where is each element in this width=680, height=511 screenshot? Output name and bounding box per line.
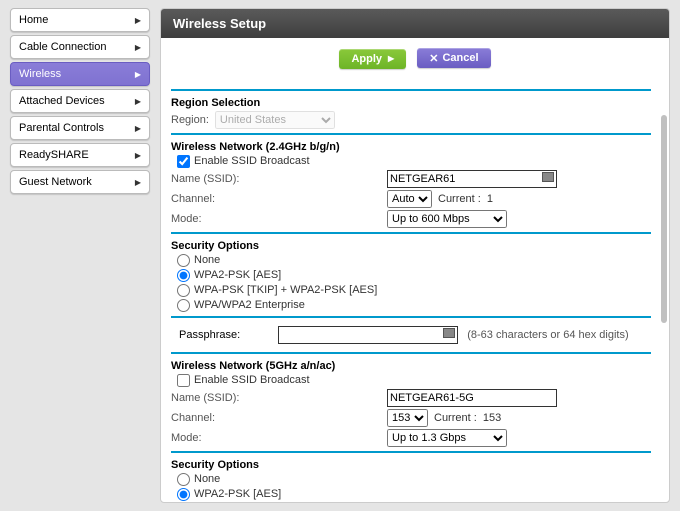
channel-24-current-value: 1: [487, 193, 493, 205]
enable-ssid-5-checkbox[interactable]: [177, 374, 190, 387]
mode-5-label: Mode:: [171, 432, 387, 444]
nav-label: Wireless: [19, 68, 61, 80]
nav-home[interactable]: Home ▶: [10, 8, 150, 32]
sec24-opt-0: None: [194, 254, 220, 266]
sec24-enterprise-radio[interactable]: [177, 299, 190, 312]
divider: [171, 316, 651, 318]
sec5-none-radio[interactable]: [177, 473, 190, 486]
nav-label: Parental Controls: [19, 122, 104, 134]
channel-24-label: Channel:: [171, 193, 387, 205]
channel-5-label: Channel:: [171, 412, 387, 424]
sec5-opt-1: WPA2-PSK [AES]: [194, 488, 281, 500]
mode-24-select[interactable]: Up to 600 Mbps: [387, 210, 507, 228]
apply-label: Apply: [351, 53, 382, 65]
sec5-opt-0: None: [194, 473, 220, 485]
nav-cable-connection[interactable]: Cable Connection ▶: [10, 35, 150, 59]
mode-5-select[interactable]: Up to 1.3 Gbps: [387, 429, 507, 447]
chevron-right-icon: ▶: [135, 151, 141, 160]
nav-wireless[interactable]: Wireless ▶: [10, 62, 150, 86]
wifi24-section-title: Wireless Network (2.4GHz b/g/n): [171, 141, 651, 153]
nav-label: Guest Network: [19, 176, 92, 188]
nav-label: Cable Connection: [19, 41, 106, 53]
content-scroll[interactable]: Region Selection Region: United States W…: [161, 79, 669, 503]
ssid-24-input[interactable]: [387, 170, 557, 188]
nav-guest-network[interactable]: Guest Network ▶: [10, 170, 150, 194]
keyboard-icon[interactable]: [443, 328, 455, 338]
divider: [171, 352, 651, 354]
toolbar: Apply ▶ ✕ Cancel: [161, 38, 669, 79]
nav-parental-controls[interactable]: Parental Controls ▶: [10, 116, 150, 140]
mode-24-label: Mode:: [171, 213, 387, 225]
security-5-title: Security Options: [171, 459, 651, 471]
sec24-opt-1: WPA2-PSK [AES]: [194, 269, 281, 281]
region-select[interactable]: United States: [215, 111, 335, 129]
enable-ssid-24-label: Enable SSID Broadcast: [194, 155, 310, 167]
sec24-none-radio[interactable]: [177, 254, 190, 267]
passphrase-input[interactable]: [278, 326, 458, 344]
sec24-opt-3: WPA/WPA2 Enterprise: [194, 299, 305, 311]
passphrase-hint: (8-63 characters or 64 hex digits): [467, 329, 628, 341]
divider: [171, 133, 651, 135]
divider: [171, 232, 651, 234]
sec24-wpa-wpa2-radio[interactable]: [177, 284, 190, 297]
cancel-button[interactable]: ✕ Cancel: [417, 48, 490, 68]
chevron-right-icon: ▶: [135, 70, 141, 79]
ssid-5-label: Name (SSID):: [171, 392, 387, 404]
keyboard-icon[interactable]: [542, 172, 554, 182]
divider: [171, 451, 651, 453]
sec5-wpa2-radio[interactable]: [177, 488, 190, 501]
nav-label: ReadySHARE: [19, 149, 89, 161]
ssid-24-label: Name (SSID):: [171, 173, 387, 185]
chevron-right-icon: ▶: [135, 124, 141, 133]
chevron-right-icon: ▶: [135, 43, 141, 52]
enable-ssid-24-checkbox[interactable]: [177, 155, 190, 168]
nav-readyshare[interactable]: ReadySHARE ▶: [10, 143, 150, 167]
channel-5-current-label: Current :: [434, 412, 477, 424]
wifi5-section-title: Wireless Network (5GHz a/n/ac): [171, 360, 651, 372]
sidebar: Home ▶ Cable Connection ▶ Wireless ▶ Attach…: [10, 8, 150, 503]
passphrase-label: Passphrase:: [179, 329, 275, 341]
sec24-wpa2-radio[interactable]: [177, 269, 190, 282]
nav-attached-devices[interactable]: Attached Devices ▶: [10, 89, 150, 113]
channel-24-select[interactable]: Auto: [387, 190, 432, 208]
chevron-right-icon: ▶: [135, 97, 141, 106]
channel-5-select[interactable]: 153: [387, 409, 428, 427]
chevron-right-icon: ▶: [135, 178, 141, 187]
enable-ssid-5-label: Enable SSID Broadcast: [194, 374, 310, 386]
main-panel: Wireless Setup Apply ▶ ✕ Cancel Region Sel…: [160, 8, 670, 503]
cancel-label: Cancel: [442, 52, 478, 64]
region-label: Region:: [171, 114, 209, 126]
channel-24-current-label: Current :: [438, 193, 481, 205]
region-section-title: Region Selection: [171, 97, 651, 109]
scrollbar-thumb[interactable]: [661, 115, 667, 323]
nav-label: Attached Devices: [19, 95, 105, 107]
ssid-5-input[interactable]: [387, 389, 557, 407]
play-icon: ▶: [388, 54, 394, 63]
apply-button[interactable]: Apply ▶: [339, 49, 406, 69]
nav-label: Home: [19, 14, 48, 26]
sec24-opt-2: WPA-PSK [TKIP] + WPA2-PSK [AES]: [194, 284, 377, 296]
security-24-title: Security Options: [171, 240, 651, 252]
page-title: Wireless Setup: [161, 9, 669, 38]
channel-5-current-value: 153: [483, 412, 501, 424]
chevron-right-icon: ▶: [135, 16, 141, 25]
close-icon: ✕: [429, 52, 438, 65]
divider: [171, 89, 651, 91]
